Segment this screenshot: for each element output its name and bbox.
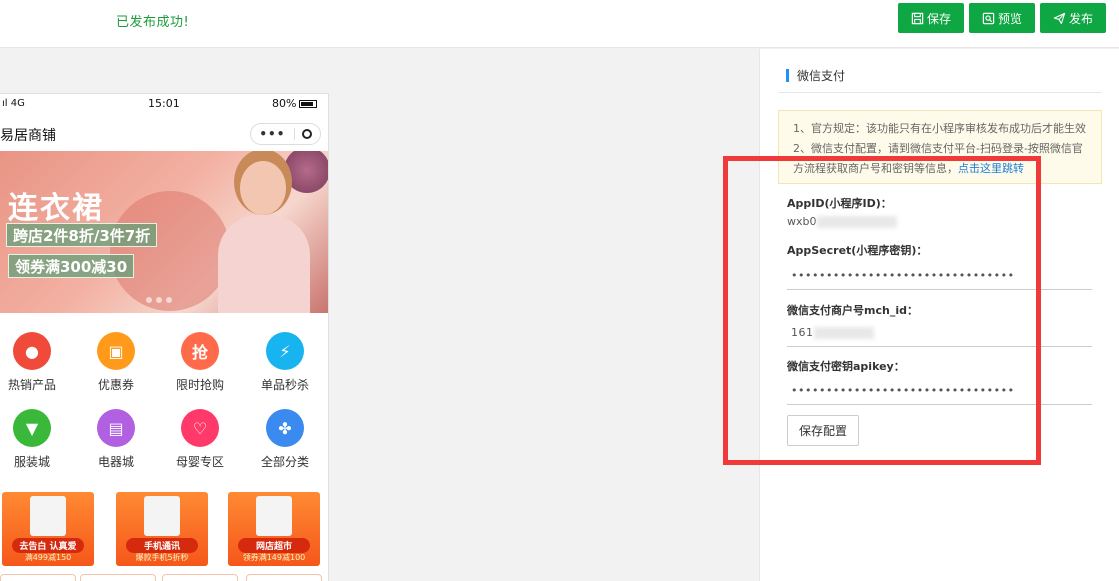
category-label: 母婴专区 bbox=[175, 455, 224, 469]
banner-decoration bbox=[110, 191, 230, 311]
category-flash-sale[interactable]: 抢 限时抢购 bbox=[160, 332, 240, 393]
category-mother-baby[interactable]: ♡ 母婴专区 bbox=[160, 409, 240, 470]
promo-card[interactable]: 去告白 认真爱 满499减150 bbox=[2, 492, 94, 566]
panel-header: 微信支付 bbox=[786, 67, 845, 84]
promo-title: 手机通讯 bbox=[126, 538, 198, 553]
promo-subtitle: 满499减150 bbox=[24, 553, 72, 562]
promo-subtitle: 爆款手机5折秒 bbox=[135, 553, 189, 562]
save-button-label: 保存 bbox=[926, 11, 951, 26]
category-clothing[interactable]: ▼ 服装城 bbox=[0, 409, 72, 470]
banner-title: 连衣裙 bbox=[8, 191, 104, 226]
top-toolbar: 已发布成功! 保存 预览 发布 bbox=[0, 0, 1119, 48]
category-hot-products[interactable]: ● 热销产品 bbox=[0, 332, 72, 393]
appliance-icon: ▤ bbox=[97, 409, 135, 447]
mini-program-title-bar: 易居商铺 ••• bbox=[0, 122, 328, 146]
promo-card-partial bbox=[0, 574, 76, 581]
publish-success-message: 已发布成功! bbox=[116, 15, 190, 30]
promo-subtitle: 领券满149减100 bbox=[242, 553, 306, 562]
save-button[interactable]: 保存 bbox=[898, 3, 964, 33]
banner-model-image bbox=[218, 155, 310, 313]
preview-button[interactable]: 预览 bbox=[969, 3, 1035, 33]
promo-product-image bbox=[30, 496, 66, 536]
shirt-icon: ▼ bbox=[13, 409, 51, 447]
category-coupons[interactable]: ▣ 优惠券 bbox=[76, 332, 156, 393]
floppy-disk-icon bbox=[911, 12, 924, 24]
battery-indicator: 80% bbox=[272, 97, 318, 110]
category-label: 单品秒杀 bbox=[260, 378, 309, 392]
promo-product-image bbox=[256, 496, 292, 536]
close-target-icon[interactable] bbox=[295, 129, 320, 139]
capsule-menu[interactable]: ••• bbox=[250, 123, 321, 145]
notice-line-1: 1、官方规定：该功能只有在小程序审核发布成功后才能生效 bbox=[793, 122, 1086, 135]
promo-card-partial bbox=[246, 574, 322, 581]
publish-button[interactable]: 发布 bbox=[1040, 3, 1106, 33]
fire-icon: ● bbox=[13, 332, 51, 370]
battery-percent: 80% bbox=[272, 97, 297, 110]
baby-icon: ♡ bbox=[181, 409, 219, 447]
signal-indicator: ıl 4G bbox=[2, 98, 25, 109]
category-label: 限时抢购 bbox=[175, 378, 224, 392]
category-label: 全部分类 bbox=[260, 455, 309, 469]
category-grid: ● 热销产品 ▣ 优惠券 抢 限时抢购 ⚡ 单品秒杀 ▼ 服装城 ▤ 电器城 ♡… bbox=[0, 322, 328, 482]
header-accent-bar bbox=[786, 69, 789, 82]
phone-status-bar: ıl 4G 15:01 80% bbox=[0, 94, 328, 114]
red-highlight-annotation bbox=[723, 156, 1041, 465]
banner-discount-line: 跨店2件8折/3件7折 bbox=[6, 223, 158, 247]
category-label: 热销产品 bbox=[7, 378, 56, 392]
category-appliances[interactable]: ▤ 电器城 bbox=[76, 409, 156, 470]
promo-banner[interactable]: 连衣裙 跨店2件8折/3件7折 领券满300减30 bbox=[0, 151, 328, 313]
paper-plane-icon bbox=[1053, 12, 1066, 24]
panel-title: 微信支付 bbox=[797, 69, 846, 83]
category-label: 电器城 bbox=[97, 455, 134, 469]
preview-icon bbox=[982, 12, 995, 24]
category-label: 优惠券 bbox=[97, 378, 134, 392]
promo-title: 网店超市 bbox=[238, 538, 310, 553]
publish-button-label: 发布 bbox=[1068, 11, 1093, 26]
mini-program-preview: ıl 4G 15:01 80% 易居商铺 ••• 连衣裙 跨店2件8折/3件7折… bbox=[0, 93, 329, 581]
promo-title: 去告白 认真爱 bbox=[12, 538, 84, 553]
lightning-icon: ⚡ bbox=[266, 332, 304, 370]
promo-card-partial bbox=[162, 574, 238, 581]
preview-button-label: 预览 bbox=[997, 11, 1022, 26]
category-seckill[interactable]: ⚡ 单品秒杀 bbox=[245, 332, 325, 393]
status-time: 15:01 bbox=[148, 97, 180, 110]
more-icon[interactable]: ••• bbox=[251, 127, 294, 141]
promo-card-partial bbox=[80, 574, 156, 581]
divider bbox=[778, 92, 1102, 93]
banner-coupon-line: 领券满300减30 bbox=[8, 254, 135, 278]
shop-name: 易居商铺 bbox=[0, 128, 56, 144]
battery-icon bbox=[299, 99, 318, 108]
grid-icon: ✤ bbox=[266, 409, 304, 447]
category-all[interactable]: ✤ 全部分类 bbox=[245, 409, 325, 470]
carousel-indicator bbox=[146, 297, 172, 303]
promo-product-image bbox=[144, 496, 180, 536]
flash-sale-icon: 抢 bbox=[181, 332, 219, 370]
coupon-icon: ▣ bbox=[97, 332, 135, 370]
promo-card[interactable]: 网店超市 领券满149减100 bbox=[228, 492, 320, 566]
category-label: 服装城 bbox=[13, 455, 50, 469]
promo-card[interactable]: 手机通讯 爆款手机5折秒 bbox=[116, 492, 208, 566]
